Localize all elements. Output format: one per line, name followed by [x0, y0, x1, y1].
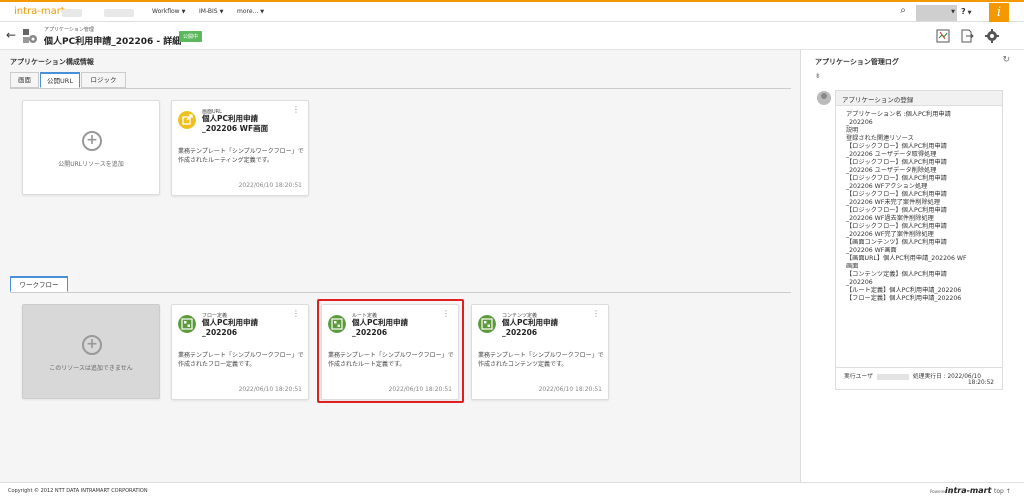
search-icon[interactable]: ⌕ — [892, 5, 914, 21]
add-resource-card[interactable]: + 公開URLリソースを追加 — [22, 100, 160, 195]
log-line: 【ロジックフロー】個人PC利用申請 — [846, 175, 947, 182]
log-line: 【ロジックフロー】個人PC利用申請 — [846, 143, 947, 150]
log-entry-title: アプリケーションの登録 — [836, 91, 1002, 106]
status-badge: 公開中 — [179, 31, 203, 42]
blurred-menu-item[interactable] — [62, 9, 82, 17]
content-definition-card[interactable]: コンテンツ定義 個人PC利用申請 _202206 ⋮ 業務テンプレート「シンプルワ… — [471, 304, 609, 400]
card-description: 業務テンプレート「シンプルワークフロー」で作成されたフロー定義です。 — [178, 352, 304, 368]
log-panel: アプリケーション管理ログ ↻ ⇟ アプリケーションの登録 アプリケーション名 :… — [800, 50, 1024, 482]
plus-icon: + — [82, 131, 102, 151]
log-line: 【ロジックフロー】個人PC利用申請 — [846, 207, 947, 214]
log-line: 説明 — [846, 127, 859, 134]
card-description: 業務テンプレート「シンプルワークフロー」で作成されたルーティング定義です。 — [178, 148, 304, 164]
page-title: 個人PC利用申請_202206 - 詳細 — [44, 37, 182, 47]
log-line: _202206 ユーザデータ取得処理 — [846, 151, 937, 158]
log-line: 【ルート定義】個人PC利用申請_202206 — [846, 287, 962, 294]
card-description: 業務テンプレート「シンプルワークフロー」で作成されたコンテンツ定義です。 — [478, 352, 604, 368]
refresh-icon[interactable]: ↻ — [1002, 55, 1010, 65]
brand-logo[interactable]: intra-mart — [14, 6, 65, 17]
blurred-menu-item[interactable] — [104, 9, 134, 17]
log-line: 【画面URL】個人PC利用申請_202206 WF — [846, 255, 967, 262]
flow-definition-icon — [178, 315, 196, 333]
log-line: _202206 WF未完了案件削除処理 — [846, 199, 941, 206]
page-header: ← アプリケーション管理 個人PC利用申請_202206 - 詳細 公開中 — [0, 22, 1024, 50]
resource-card[interactable]: 画面URL 個人PC利用申請 _202206 WF画面 ⋮ 業務テンプレート「シン… — [171, 100, 309, 196]
back-arrow-icon[interactable]: ← — [6, 28, 16, 42]
user-menu[interactable]: ▼ — [916, 5, 957, 21]
intramart-i-icon[interactable]: i — [989, 3, 1009, 22]
add-resource-disabled-card: + このリソースは追加できません — [22, 304, 160, 399]
kebab-menu-icon[interactable]: ⋮ — [292, 309, 300, 318]
help-menu[interactable]: ? ▼ — [961, 7, 972, 16]
nav-more[interactable]: more... ▼ — [237, 8, 264, 15]
log-line: 登録された関連リソース — [846, 135, 914, 142]
log-line: 【コンテンツ定義】個人PC利用申請 — [846, 271, 947, 278]
nav-workflow[interactable]: Workflow ▼ — [152, 8, 185, 15]
exec-time: 18:20:52 — [967, 380, 994, 386]
log-line: 【ロジックフロー】個人PC利用申請 — [846, 191, 947, 198]
card-name: 個人PC利用申請 _202206 — [502, 318, 559, 337]
card-date: 2022/06/10 18:20:51 — [238, 386, 302, 393]
sort-icon[interactable]: ⇟ — [815, 72, 821, 80]
log-line: 【ロジックフロー】個人PC利用申請 — [846, 223, 947, 230]
flow-definition-card[interactable]: フロー定義 個人PC利用申請 _202206 ⋮ 業務テンプレート「シンプルワーク… — [171, 304, 309, 400]
kebab-menu-icon[interactable]: ⋮ — [292, 105, 300, 114]
avatar — [817, 91, 831, 105]
card-name: 個人PC利用申請 _202206 — [202, 318, 259, 337]
disabled-label: このリソースは追加できません — [49, 365, 133, 372]
log-line: _202206 ユーザデータ削除処理 — [846, 167, 937, 174]
selection-highlight — [317, 299, 464, 403]
screen-url-icon — [178, 111, 196, 129]
log-line: 【画面コンテンツ】個人PC利用申請 — [846, 239, 947, 246]
gear-icon[interactable] — [985, 29, 999, 43]
tab-public-url[interactable]: 公開URL — [40, 72, 80, 88]
app-settings-icon — [23, 29, 37, 43]
log-line: _202206 — [846, 119, 873, 126]
log-title: アプリケーション管理ログ — [815, 58, 899, 66]
log-line: 画面 — [846, 263, 859, 270]
chevron-down-icon: ▼ — [951, 9, 955, 15]
plus-icon: + — [82, 335, 102, 355]
tab-screen[interactable]: 画面 — [10, 72, 39, 88]
nav-imbis[interactable]: IM-BIS ▼ — [199, 8, 223, 15]
add-resource-label: 公開URLリソースを追加 — [58, 161, 124, 168]
top-link[interactable]: top ↑ — [994, 488, 1011, 495]
kebab-menu-icon[interactable]: ⋮ — [592, 309, 600, 318]
breadcrumb[interactable]: アプリケーション管理 — [44, 26, 94, 33]
card-name: 個人PC利用申請 _202206 WF画面 — [202, 114, 269, 133]
section-title: アプリケーション構成情報 — [10, 58, 94, 66]
log-entry-body: アプリケーション名 :個人PC利用申請 _202206 説明 登録された関連リソース【… — [836, 106, 1002, 308]
tab-logic[interactable]: ロジック — [81, 72, 126, 88]
log-line: _202206 WF過去案件削除処理 — [846, 215, 934, 222]
footer: Copyright © 2012 NTT DATA INTRAMART CORP… — [0, 482, 1024, 500]
main-content: アプリケーション構成情報 画面 公開URL ロジック + 公開URLリソースを追… — [0, 50, 800, 482]
log-line: _202206 WF画面 — [846, 247, 897, 254]
tab-workflow[interactable]: ワークフロー — [10, 276, 68, 292]
log-line: _202206 — [846, 279, 873, 286]
log-line: アプリケーション名 :個人PC利用申請 — [846, 111, 951, 118]
export-icon[interactable] — [960, 29, 974, 43]
blurred-user — [876, 373, 909, 380]
log-line: _202206 WF完了案件削除処理 — [846, 231, 934, 238]
card-date: 2022/06/10 18:20:51 — [538, 386, 602, 393]
log-entry: アプリケーションの登録 アプリケーション名 :個人PC利用申請 _202206 説明… — [835, 90, 1003, 390]
executor-label: 実行ユーザ — [844, 374, 873, 380]
powered-logo: intra-mart — [945, 486, 992, 495]
top-bar: intra-mart Workflow ▼ IM-BIS ▼ more... ▼ ⌕ … — [0, 0, 1024, 22]
export-sheet-icon[interactable] — [936, 29, 950, 43]
log-line: 【フロー定義】個人PC利用申請_202206 — [846, 295, 962, 302]
content-definition-icon — [478, 315, 496, 333]
log-line: _202206 WFアクション処理 — [846, 183, 928, 190]
copyright: Copyright © 2012 NTT DATA INTRAMART CORP… — [8, 488, 148, 494]
card-date: 2022/06/10 18:20:51 — [238, 182, 302, 189]
log-entry-footer: 実行ユーザ 処理実行日 : 2022/06/10 18:20:52 — [836, 367, 1002, 389]
log-line: 【ロジックフロー】個人PC利用申請 — [846, 159, 947, 166]
